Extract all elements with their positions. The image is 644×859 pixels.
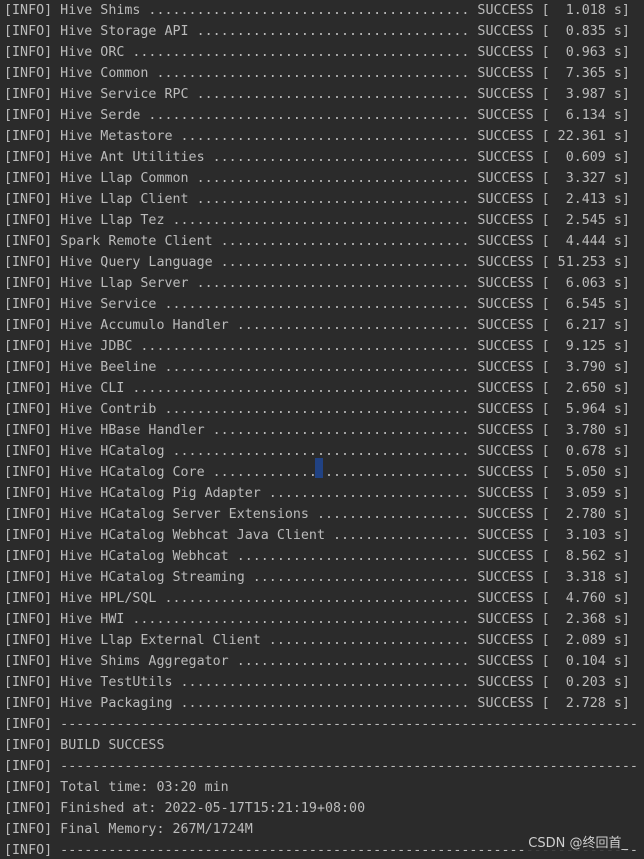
build-status-line: [INFO] BUILD SUCCESS bbox=[4, 738, 165, 753]
total-time-line: [INFO] Total time: 03:20 min bbox=[4, 780, 229, 795]
console-line: [INFO] Hive HCatalog Webhcat ...........… bbox=[4, 549, 630, 564]
separator-line: [INFO] ---------------------------------… bbox=[4, 759, 638, 774]
console-line: [INFO] Hive HCatalog Server Extensions .… bbox=[4, 507, 630, 522]
console-line: [INFO] Hive JDBC .......................… bbox=[4, 339, 630, 354]
console-line: [INFO] Hive Metastore ..................… bbox=[4, 129, 630, 144]
console-line: [INFO] Hive HCatalog Streaming .........… bbox=[4, 570, 630, 585]
console-line: [INFO] Hive Llap External Client .......… bbox=[4, 633, 630, 648]
console-line: [INFO] Hive Llap Common ................… bbox=[4, 171, 630, 186]
build-console-output[interactable]: [INFO] Hive Shims ......................… bbox=[0, 0, 644, 859]
text-cursor-selection bbox=[315, 458, 323, 478]
console-line: [INFO] Hive Common .....................… bbox=[4, 66, 630, 81]
console-line: [INFO] Hive ORC ........................… bbox=[4, 45, 630, 60]
console-line: [INFO] Hive Shims ......................… bbox=[4, 3, 630, 18]
csdn-watermark: CSDN @终回首_ bbox=[526, 832, 630, 851]
console-line: [INFO] Hive CLI ........................… bbox=[4, 381, 630, 396]
console-line: [INFO] Hive Ant Utilities ..............… bbox=[4, 150, 630, 165]
console-line: [INFO] Hive TestUtils ..................… bbox=[4, 675, 630, 690]
console-line: [INFO] Hive Service RPC ................… bbox=[4, 87, 630, 102]
console-line: [INFO] Hive Llap Tez ...................… bbox=[4, 213, 630, 228]
console-line: [INFO] Hive HWI ........................… bbox=[4, 612, 630, 627]
console-line: [INFO] Hive Contrib ....................… bbox=[4, 402, 630, 417]
console-line: [INFO] Spark Remote Client .............… bbox=[4, 234, 630, 249]
console-line: [INFO] Hive Query Language .............… bbox=[4, 255, 630, 270]
console-line: [INFO] Hive Llap Client ................… bbox=[4, 192, 630, 207]
console-line: [INFO] Hive Storage API ................… bbox=[4, 24, 630, 39]
console-line: [INFO] Hive Packaging ..................… bbox=[4, 696, 630, 711]
console-line: [INFO] Hive HPL/SQL ....................… bbox=[4, 591, 630, 606]
console-line: [INFO] Hive Accumulo Handler ...........… bbox=[4, 318, 630, 333]
finished-at-line: [INFO] Finished at: 2022-05-17T15:21:19+… bbox=[4, 801, 366, 816]
console-line: [INFO] Hive Shims Aggregator ...........… bbox=[4, 654, 630, 669]
console-line: [INFO] Hive Llap Server ................… bbox=[4, 276, 630, 291]
console-line: [INFO] Hive Serde ......................… bbox=[4, 108, 630, 123]
console-line: [INFO] Hive Service ....................… bbox=[4, 297, 630, 312]
separator-line: [INFO] ---------------------------------… bbox=[4, 717, 638, 732]
console-line: [INFO] Hive Beeline ....................… bbox=[4, 360, 630, 375]
console-line: [INFO] Hive HCatalog Webhcat Java Client… bbox=[4, 528, 630, 543]
console-line: [INFO] Hive HBase Handler ..............… bbox=[4, 423, 630, 438]
console-line: [INFO] Hive HCatalog Pig Adapter .......… bbox=[4, 486, 630, 501]
